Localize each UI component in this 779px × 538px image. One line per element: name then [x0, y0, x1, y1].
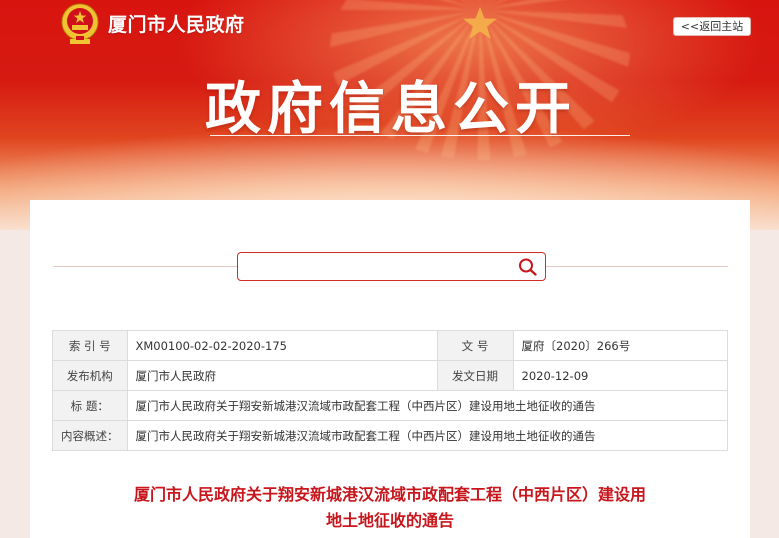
summary-label: 内容概述： — [52, 420, 128, 451]
search-icon[interactable] — [518, 258, 538, 276]
search-box — [237, 252, 546, 281]
table-row: 索 引 号 XM00100-02-02-2020-175 文 号 厦府〔2020… — [52, 330, 728, 361]
banner-title: 政府信息公开 — [205, 77, 577, 142]
content-panel: 索 引 号 XM00100-02-02-2020-175 文 号 厦府〔2020… — [30, 200, 750, 538]
back-to-main-button[interactable]: <<返回主站 — [673, 17, 751, 36]
national-emblem-icon — [61, 3, 99, 44]
issuer-label: 发布机构 — [52, 360, 128, 391]
search-input[interactable] — [246, 257, 506, 276]
summary-value: 厦门市人民政府关于翔安新城港汉流域市政配套工程（中西片区）建设用地土地征收的通告 — [126, 420, 728, 451]
site-name[interactable]: 厦门市人民政府 — [108, 10, 245, 37]
doc-no-label: 文 号 — [436, 330, 514, 361]
doc-no-value: 厦府〔2020〕266号 — [512, 330, 728, 361]
index-value: XM00100-02-02-2020-175 — [126, 330, 438, 361]
index-label: 索 引 号 — [52, 330, 128, 361]
header-banner: 厦门市人民政府 <<返回主站 政府信息公开 — [0, 0, 779, 230]
document-title-line-1: 厦门市人民政府关于翔安新城港汉流域市政配套工程（中西片区）建设用 — [133, 485, 646, 504]
table-row: 发布机构 厦门市人民政府 发文日期 2020-12-09 — [52, 360, 728, 391]
title-underline — [210, 135, 630, 136]
star-icon — [463, 7, 497, 39]
issuer-value: 厦门市人民政府 — [126, 360, 438, 391]
title-value: 厦门市人民政府关于翔安新城港汉流域市政配套工程（中西片区）建设用地土地征收的通告 — [126, 390, 728, 421]
document-title: 厦门市人民政府关于翔安新城港汉流域市政配套工程（中西片区）建设用 地土地征收的通… — [60, 482, 720, 534]
table-row: 标 题： 厦门市人民政府关于翔安新城港汉流域市政配套工程（中西片区）建设用地土地… — [52, 390, 728, 421]
date-label: 发文日期 — [436, 360, 514, 391]
metadata-table: 索 引 号 XM00100-02-02-2020-175 文 号 厦府〔2020… — [52, 330, 728, 451]
table-row: 内容概述： 厦门市人民政府关于翔安新城港汉流域市政配套工程（中西片区）建设用地土… — [52, 420, 728, 451]
date-value: 2020-12-09 — [512, 360, 728, 391]
document-title-line-2: 地土地征收的通告 — [325, 511, 454, 530]
title-label: 标 题： — [52, 390, 128, 421]
